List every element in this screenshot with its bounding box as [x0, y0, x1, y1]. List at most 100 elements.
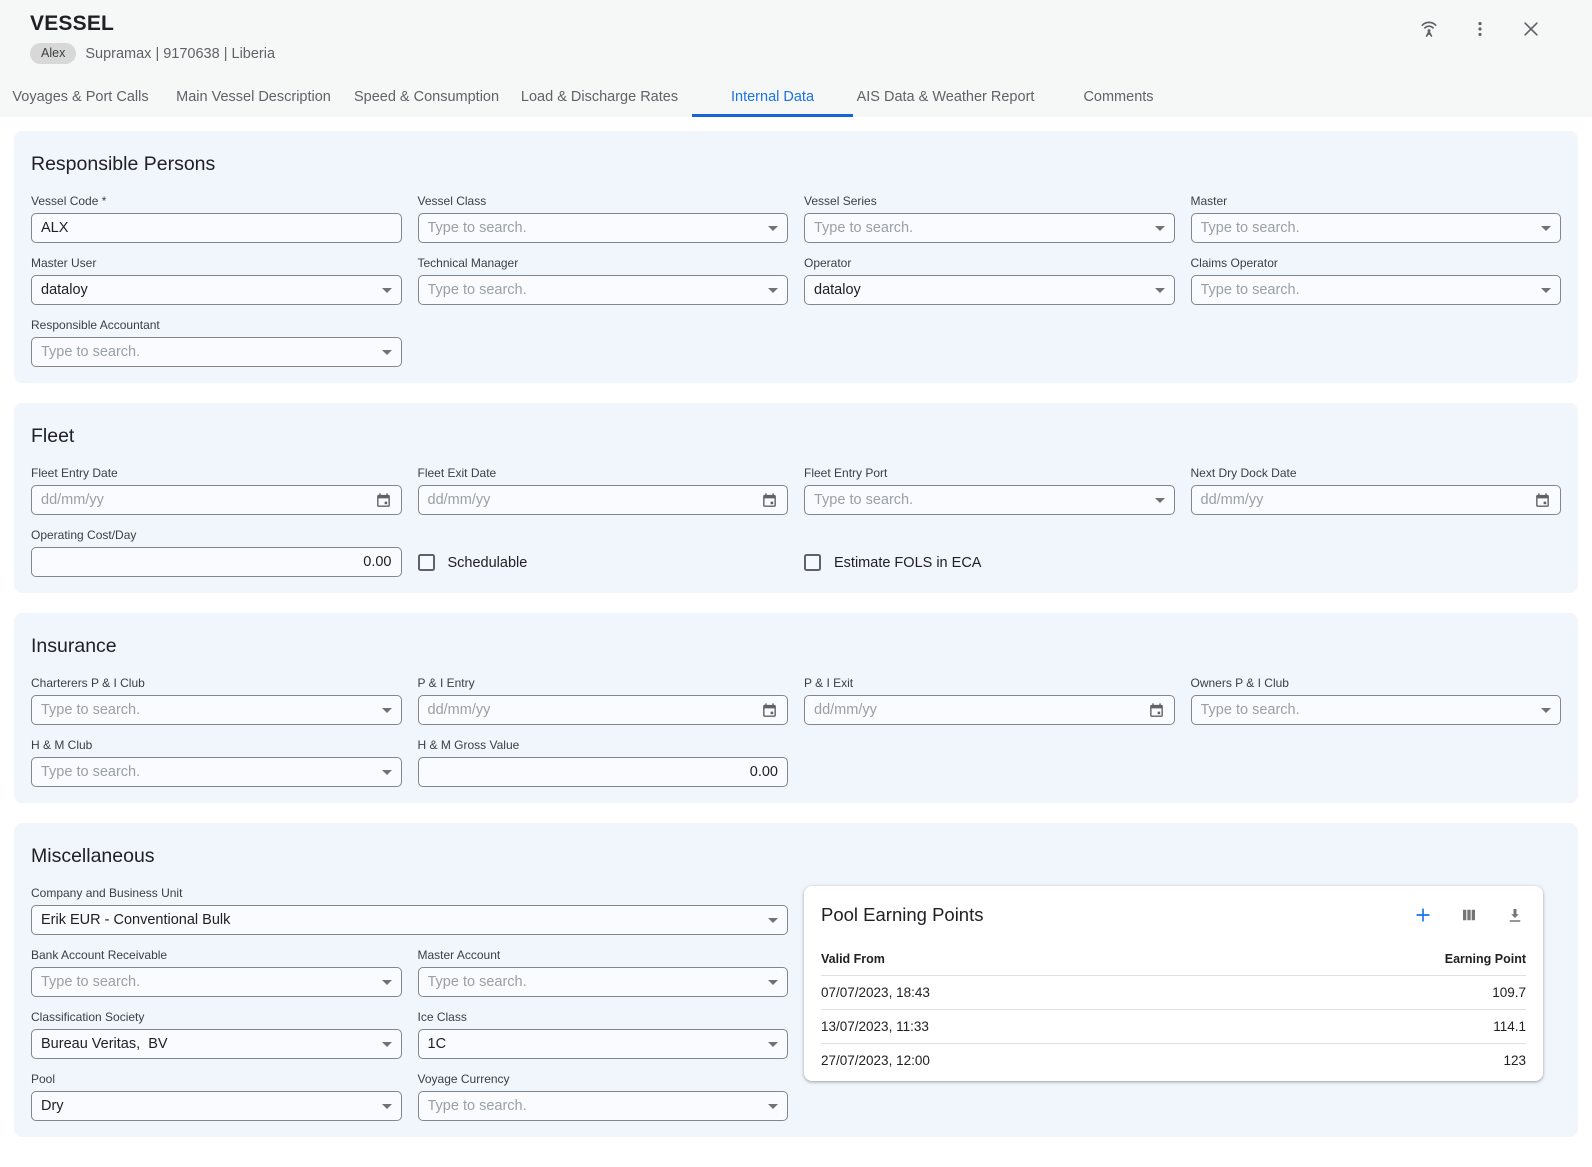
chevron-down-icon — [382, 980, 392, 985]
table-row[interactable]: 27/07/2023, 12:00 123 — [821, 1044, 1526, 1077]
field-label: Vessel Code * — [31, 194, 402, 208]
operator-select[interactable]: dataloy — [804, 275, 1175, 305]
hm-club-select[interactable]: Type to search. — [31, 757, 402, 787]
next-dry-dock-date-input[interactable] — [1201, 492, 1529, 508]
calendar-icon[interactable] — [375, 492, 392, 509]
valid-from-cell: 13/07/2023, 11:33 — [821, 1019, 1493, 1034]
fleet-entry-date-input[interactable] — [41, 492, 369, 508]
field-label: Classification Society — [31, 1010, 402, 1024]
owners-pi-club-select[interactable]: Type to search. — [1191, 695, 1562, 725]
section-title: Insurance — [31, 635, 1561, 658]
section-responsible-persons: Responsible Persons Vessel Code * Vessel… — [14, 131, 1578, 383]
chevron-down-icon — [1155, 226, 1165, 231]
calendar-icon[interactable] — [761, 492, 778, 509]
technical-manager-select[interactable]: Type to search. — [418, 275, 789, 305]
pool-select[interactable]: Dry — [31, 1091, 402, 1121]
calendar-icon[interactable] — [1534, 492, 1551, 509]
bank-account-receivable-select[interactable]: Type to search. — [31, 967, 402, 997]
section-fleet: Fleet Fleet Entry Date Fleet Exit Date F… — [14, 403, 1578, 593]
field-label: Charterers P & I Club — [31, 676, 402, 690]
chevron-down-icon — [768, 226, 778, 231]
vessel-series-select[interactable]: Type to search. — [804, 213, 1175, 243]
pi-exit-date-input[interactable] — [814, 702, 1142, 718]
field-label: Vessel Series — [804, 194, 1175, 208]
table-row[interactable]: 07/07/2023, 18:43 109.7 — [821, 976, 1526, 1010]
vessel-name-badge: Alex — [30, 43, 76, 64]
pool-earning-points-title: Pool Earning Points — [821, 904, 1412, 926]
fleet-exit-date-input[interactable] — [428, 492, 756, 508]
field-label: H & M Gross Value — [418, 738, 789, 752]
operating-cost-input[interactable] — [41, 554, 392, 570]
tab-voyages-port-calls[interactable]: Voyages & Port Calls — [0, 76, 161, 117]
field-hm-club: H & M Club Type to search. — [31, 738, 402, 787]
fleet-entry-port-select[interactable]: Type to search. — [804, 485, 1175, 515]
chevron-down-icon — [1155, 288, 1165, 293]
close-icon[interactable] — [1518, 16, 1544, 42]
column-header-valid-from: Valid From — [821, 952, 1445, 966]
field-label: Fleet Entry Date — [31, 466, 402, 480]
calendar-icon[interactable] — [1148, 702, 1165, 719]
field-fleet-exit-date: Fleet Exit Date — [418, 466, 789, 515]
field-master-account: Master Account Type to search. — [418, 948, 789, 997]
chevron-down-icon — [382, 1042, 392, 1047]
field-label: H & M Club — [31, 738, 402, 752]
download-icon[interactable] — [1504, 904, 1526, 926]
broadcast-icon[interactable] — [1416, 16, 1442, 42]
tab-load-discharge-rates[interactable]: Load & Discharge Rates — [519, 76, 680, 117]
field-vessel-code: Vessel Code * — [31, 194, 402, 243]
chevron-down-icon — [382, 1104, 392, 1109]
pi-entry-date-input[interactable] — [428, 702, 756, 718]
field-technical-manager: Technical Manager Type to search. — [418, 256, 789, 305]
estimate-fols-checkbox[interactable] — [804, 554, 821, 571]
claims-operator-select[interactable]: Type to search. — [1191, 275, 1562, 305]
field-label: Ice Class — [418, 1010, 789, 1024]
schedulable-checkbox[interactable] — [418, 554, 435, 571]
table-row[interactable]: 13/07/2023, 11:33 114.1 — [821, 1010, 1526, 1044]
table-header-row: Valid From Earning Point — [821, 942, 1526, 976]
vessel-class-select[interactable]: Type to search. — [418, 213, 789, 243]
tab-internal-data[interactable]: Internal Data — [692, 76, 853, 117]
master-select[interactable]: Type to search. — [1191, 213, 1562, 243]
tab-ais-data-weather-report[interactable]: AIS Data & Weather Report — [865, 76, 1026, 117]
tab-comments[interactable]: Comments — [1038, 76, 1199, 117]
field-next-dry-dock-date: Next Dry Dock Date — [1191, 466, 1562, 515]
section-title: Fleet — [31, 425, 1561, 448]
field-pi-entry: P & I Entry — [418, 676, 789, 725]
earning-point-cell: 109.7 — [1492, 985, 1526, 1000]
add-row-icon[interactable] — [1412, 904, 1434, 926]
field-fleet-entry-port: Fleet Entry Port Type to search. — [804, 466, 1175, 515]
field-label: Vessel Class — [418, 194, 789, 208]
kebab-menu-icon[interactable] — [1467, 16, 1493, 42]
field-label: P & I Exit — [804, 676, 1175, 690]
chevron-down-icon — [1541, 708, 1551, 713]
company-business-unit-select[interactable]: Erik EUR - Conventional Bulk — [31, 905, 788, 935]
pool-earning-points-card: Pool Earning Points — [804, 886, 1543, 1081]
columns-icon[interactable] — [1458, 904, 1480, 926]
master-user-select[interactable]: dataloy — [31, 275, 402, 305]
field-estimate-fols: Estimate FOLS in ECA — [804, 528, 1175, 577]
section-title: Responsible Persons — [31, 153, 1561, 176]
responsible-accountant-select[interactable]: Type to search. — [31, 337, 402, 367]
pool-earning-points-table: Valid From Earning Point 07/07/2023, 18:… — [821, 942, 1526, 1077]
chevron-down-icon — [768, 1042, 778, 1047]
checkbox-label: Schedulable — [448, 555, 528, 571]
field-owners-pi-club: Owners P & I Club Type to search. — [1191, 676, 1562, 725]
chevron-down-icon — [768, 288, 778, 293]
page-title: VESSEL — [30, 12, 1562, 36]
charterers-pi-club-select[interactable]: Type to search. — [31, 695, 402, 725]
field-label: Operating Cost/Day — [31, 528, 402, 542]
tab-main-vessel-description[interactable]: Main Vessel Description — [173, 76, 334, 117]
field-vessel-class: Vessel Class Type to search. — [418, 194, 789, 243]
field-voyage-currency: Voyage Currency Type to search. — [418, 1072, 789, 1121]
tab-speed-consumption[interactable]: Speed & Consumption — [346, 76, 507, 117]
master-account-select[interactable]: Type to search. — [418, 967, 789, 997]
section-miscellaneous: Miscellaneous Company and Business Unit … — [14, 823, 1578, 1137]
ice-class-select[interactable]: 1C — [418, 1029, 789, 1059]
voyage-currency-select[interactable]: Type to search. — [418, 1091, 789, 1121]
vessel-code-input[interactable] — [41, 220, 392, 236]
classification-society-select[interactable]: Bureau Veritas, BV — [31, 1029, 402, 1059]
calendar-icon[interactable] — [761, 702, 778, 719]
hm-gross-value-input[interactable] — [428, 764, 779, 780]
earning-point-cell: 114.1 — [1493, 1019, 1526, 1034]
field-label: Fleet Entry Port — [804, 466, 1175, 480]
